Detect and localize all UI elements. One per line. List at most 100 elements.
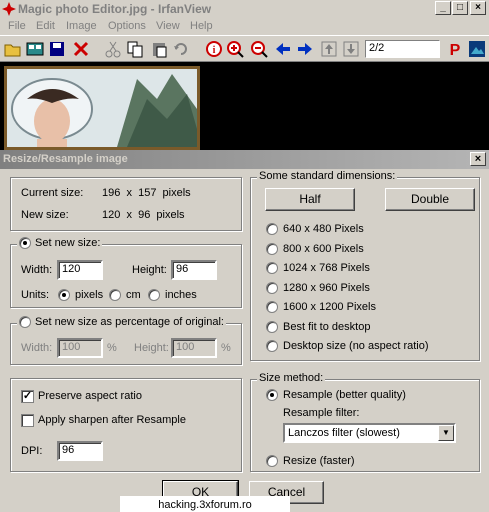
svg-text:i: i	[213, 45, 216, 56]
apply-sharpen-label: Apply sharpen after Resample	[38, 414, 186, 426]
previous-arrow-icon[interactable]	[274, 40, 292, 58]
watermark-text: hacking.3xforum.ro	[120, 496, 290, 512]
apply-sharpen-checkbox[interactable]	[21, 414, 34, 427]
menu-image[interactable]: Image	[66, 20, 97, 32]
resize-faster-label: Resize (faster)	[283, 455, 355, 467]
set-new-size-legend: Set new size:	[17, 237, 103, 250]
copy-icon[interactable]	[126, 40, 144, 58]
svg-text:P: P	[450, 42, 461, 58]
dialog-titlebar: Resize/Resample image ×	[0, 150, 489, 169]
size-method-legend: Size method:	[257, 372, 326, 384]
thumbnails-icon[interactable]	[26, 40, 44, 58]
next-arrow-icon[interactable]	[296, 40, 314, 58]
info-icon[interactable]: i	[205, 40, 223, 58]
last-page-icon[interactable]	[342, 40, 360, 58]
maximize-button[interactable]: □	[452, 1, 468, 15]
width-input[interactable]: 120	[57, 260, 103, 280]
units-label: Units:	[21, 289, 50, 301]
dpi-label: DPI:	[21, 445, 43, 457]
resample-radio[interactable]	[266, 389, 278, 401]
page-number-field[interactable]: 2/2	[365, 40, 440, 58]
unit-pixels-radio[interactable]	[58, 289, 70, 301]
print-icon[interactable]: P	[446, 40, 464, 59]
first-page-icon[interactable]	[320, 40, 338, 58]
dim-1280-label: 1280 x 960 Pixels	[283, 282, 370, 294]
size-info-group: Current size: 196 x 157 pixels New size:…	[10, 177, 242, 231]
dialog-title: Resize/Resample image	[3, 153, 128, 165]
pct-width-sign: %	[107, 342, 117, 354]
cut-icon[interactable]	[104, 40, 122, 58]
preserve-aspect-label: Preserve aspect ratio	[38, 390, 142, 402]
unit-pixels-label: pixels	[75, 289, 104, 301]
set-new-size-group: Set new size: Width: 120 Height: 96 Unit…	[10, 237, 242, 308]
unit-cm-radio[interactable]	[109, 289, 121, 301]
pct-height-label: Height:	[134, 342, 169, 354]
dim-800-radio[interactable]	[266, 243, 278, 255]
new-size-label: New size:	[21, 209, 69, 221]
percentage-label: Set new size as percentage of original:	[35, 316, 224, 328]
half-button[interactable]: Half	[265, 188, 355, 211]
dim-800-label: 800 x 600 Pixels	[283, 243, 364, 255]
menu-view[interactable]: View	[156, 20, 180, 32]
resize-dialog: Resize/Resample image × Current size: 19…	[0, 150, 489, 512]
resample-filter-value: Lanczos filter (slowest)	[288, 427, 400, 439]
dim-640-label: 640 x 480 Pixels	[283, 223, 364, 235]
unit-inches-radio[interactable]	[148, 289, 160, 301]
irfanview-app-icon	[2, 2, 16, 16]
dialog-close-button[interactable]: ×	[470, 152, 486, 166]
pct-height-sign: %	[221, 342, 231, 354]
zoom-in-icon[interactable]	[226, 40, 244, 58]
menu-edit[interactable]: Edit	[36, 20, 55, 32]
zoom-out-icon[interactable]	[250, 40, 268, 58]
dpi-input[interactable]: 96	[57, 441, 103, 461]
height-label: Height:	[132, 264, 167, 276]
paste-icon[interactable]	[150, 40, 168, 58]
menu-file[interactable]: File	[8, 20, 26, 32]
save-icon[interactable]	[48, 40, 66, 58]
photo-image	[4, 66, 200, 150]
dim-1024-radio[interactable]	[266, 262, 278, 274]
chevron-down-icon[interactable]: ▼	[438, 425, 454, 441]
dim-1600-radio[interactable]	[266, 301, 278, 313]
image-viewer	[0, 62, 489, 150]
current-size-label: Current size:	[21, 187, 84, 199]
undo-icon[interactable]	[172, 40, 190, 58]
current-size-value: 196 x 157 pixels	[102, 187, 191, 199]
best-fit-radio[interactable]	[266, 321, 278, 333]
percentage-legend: Set new size as percentage of original:	[17, 316, 226, 329]
standard-dimensions-legend: Some standard dimensions:	[257, 170, 398, 182]
main-window-titlebar: Magic photo Editor.jpg - IrfanView _ □ ×	[0, 0, 489, 18]
percentage-radio[interactable]	[19, 316, 31, 329]
unit-cm-label: cm	[126, 289, 141, 301]
resample-label: Resample (better quality)	[283, 389, 406, 401]
double-button[interactable]: Double	[385, 188, 475, 211]
size-method-group: Size method: Resample (better quality) R…	[250, 372, 480, 472]
resample-filter-select[interactable]: Lanczos filter (slowest) ▼	[283, 423, 456, 443]
set-new-size-radio[interactable]	[19, 237, 31, 250]
dim-1024-label: 1024 x 768 Pixels	[283, 262, 370, 274]
main-window-title: Magic photo Editor.jpg - IrfanView	[18, 2, 212, 16]
pct-width-label: Width:	[21, 342, 53, 354]
delete-icon[interactable]	[72, 40, 90, 58]
resize-faster-radio[interactable]	[266, 455, 278, 467]
dim-1600-label: 1600 x 1200 Pixels	[283, 301, 376, 313]
dim-1280-radio[interactable]	[266, 282, 278, 294]
desktop-size-label: Desktop size (no aspect ratio)	[283, 340, 429, 352]
irfanview-logo-icon[interactable]	[468, 40, 486, 58]
toolbar: i 2/2 P	[0, 35, 489, 62]
options-group: ✓ Preserve aspect ratio Apply sharpen af…	[10, 378, 242, 472]
pct-height-input[interactable]: 100	[171, 338, 217, 358]
preserve-aspect-checkbox[interactable]: ✓	[21, 390, 34, 403]
new-size-value: 120 x 96 pixels	[102, 209, 185, 221]
open-folder-icon[interactable]	[4, 40, 22, 58]
pct-width-input[interactable]: 100	[57, 338, 103, 358]
dim-640-radio[interactable]	[266, 223, 278, 235]
desktop-size-radio[interactable]	[266, 340, 278, 352]
menu-help[interactable]: Help	[190, 20, 213, 32]
minimize-button[interactable]: _	[435, 1, 451, 15]
close-button[interactable]: ×	[470, 1, 486, 15]
height-input[interactable]: 96	[171, 260, 217, 280]
menu-options[interactable]: Options	[108, 20, 146, 32]
menu-bar: File Edit Image Options View Help	[0, 18, 489, 35]
best-fit-label: Best fit to desktop	[283, 321, 371, 333]
